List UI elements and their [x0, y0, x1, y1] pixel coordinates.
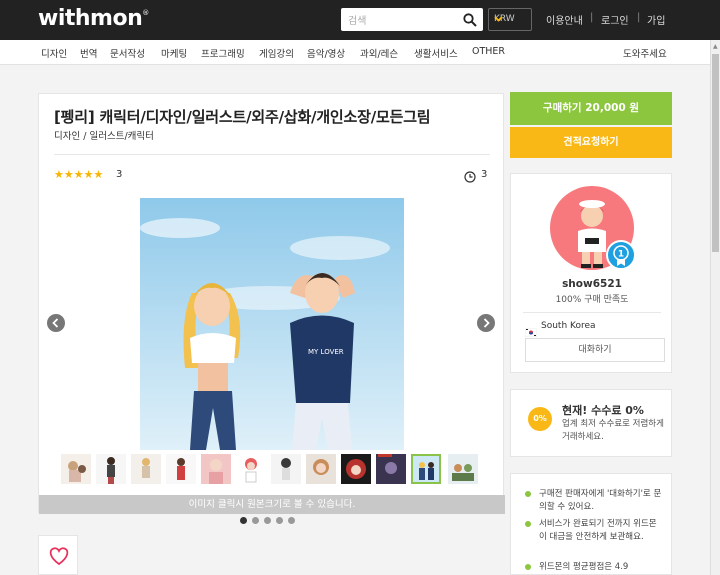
thumbnail[interactable]	[448, 454, 478, 484]
nav-guide-link[interactable]: 이용안내	[546, 12, 583, 27]
seller-name[interactable]: show6521	[511, 278, 673, 290]
next-image-button[interactable]	[477, 314, 495, 332]
category-programming[interactable]: 프로그래밍	[201, 46, 245, 60]
purchase-tips: 구매전 판매자에게 '대화하기'로 문의할 수 있어요. 서비스가 완료되기 전…	[510, 473, 672, 575]
search-box[interactable]: 검색	[341, 8, 483, 31]
breadcrumb-separator: /	[83, 131, 87, 142]
seller-level-badge: 1	[606, 240, 636, 270]
product-title: [펭리] 캐릭터/디자인/일러스트/외주/삽화/개인소장/모든그림	[54, 108, 431, 126]
thumbnail[interactable]	[376, 454, 406, 484]
thumbnail-selected[interactable]	[411, 454, 441, 484]
request-quote-button[interactable]: 견적요청하기	[510, 127, 672, 158]
category-tutoring[interactable]: 과외/레슨	[360, 46, 398, 60]
thumbnail[interactable]	[271, 454, 301, 484]
scroll-up-icon[interactable]: ▲	[713, 43, 718, 50]
thumbnail[interactable]	[236, 454, 266, 484]
prev-image-button[interactable]	[47, 314, 65, 332]
carousel-dot[interactable]	[252, 517, 259, 524]
category-marketing[interactable]: 마케팅	[161, 46, 187, 60]
bullet-icon	[525, 521, 531, 527]
buy-button[interactable]: 구매하기 20,000 원	[510, 92, 672, 125]
category-other[interactable]: OTHER	[472, 46, 505, 57]
seller-country: South Korea	[541, 321, 596, 331]
review-count: 3	[116, 169, 123, 180]
favorite-button[interactable]	[38, 535, 78, 575]
heart-icon	[49, 547, 69, 566]
thumbnail[interactable]	[201, 454, 231, 484]
category-music-video[interactable]: 음악/영상	[307, 46, 345, 60]
fee-promo-card: 0% 현재! 수수료 0% 업계 최저 수수료로 저렴하게 거래하세요.	[510, 389, 672, 457]
fee-percent-icon: 0%	[528, 407, 552, 431]
thumbnail[interactable]	[96, 454, 126, 484]
breadcrumb: 디자인 / 일러스트/캐릭터	[54, 128, 154, 142]
scrollbar-thumb[interactable]	[712, 54, 719, 252]
tip-text: 구매전 판매자에게 '대화하기'로 문의할 수 있어요.	[539, 489, 662, 512]
thumbnail[interactable]	[306, 454, 336, 484]
logo-registered-mark: ®	[142, 9, 149, 17]
product-main-image[interactable]: MY LOVER	[140, 198, 404, 450]
shirt-text: MY LOVER	[308, 348, 344, 356]
nav-separator: |	[637, 12, 641, 23]
logo-text: withmon	[38, 6, 143, 31]
thumbnail[interactable]	[131, 454, 161, 484]
withmon-logo[interactable]: withmon®	[38, 6, 149, 31]
nav-signup-link[interactable]: 가입	[647, 12, 665, 27]
thumbnail[interactable]	[341, 454, 371, 484]
product-panel: [펭리] 캐릭터/디자인/일러스트/외주/삽화/개인소장/모든그림 디자인 / …	[38, 93, 505, 514]
breadcrumb-illustration[interactable]: 일러스트/캐릭터	[90, 131, 154, 142]
nav-login-link[interactable]: 로그인	[601, 12, 629, 27]
search-icon[interactable]	[463, 12, 477, 31]
clock-icon	[464, 168, 476, 187]
divider	[54, 154, 490, 155]
category-life-services[interactable]: 생활서비스	[414, 46, 458, 60]
carousel-dot[interactable]	[288, 517, 295, 524]
breadcrumb-design[interactable]: 디자인	[54, 131, 80, 142]
tip-text: 서비스가 완료되기 전까지 위드몬이 대금을 안전하게 보관해요.	[539, 519, 657, 542]
chevron-right-icon	[483, 318, 490, 328]
category-design[interactable]: 디자인	[41, 46, 67, 60]
help-link[interactable]: 도와주세요	[623, 46, 667, 60]
chevron-left-icon	[52, 318, 59, 328]
thumbnail[interactable]	[61, 454, 91, 484]
divider	[523, 312, 661, 313]
carousel-dot[interactable]	[276, 517, 283, 524]
delivery-days: 3	[481, 169, 488, 180]
seller-level: 1	[618, 250, 624, 260]
carousel-dot[interactable]	[264, 517, 271, 524]
nav-separator: |	[590, 12, 594, 23]
category-game-lessons[interactable]: 게임강의	[259, 46, 294, 60]
carousel-dot-active[interactable]	[240, 517, 247, 524]
image-caption: 이미지 클릭시 원본크기로 볼 수 있습니다.	[39, 495, 505, 514]
top-bar: withmon® 검색 KRW 이용안내 | 로그인 | 가입	[0, 0, 720, 40]
page-scrollbar[interactable]: ▲	[710, 40, 720, 575]
rating-stars: ★★★★★	[54, 168, 104, 181]
chevron-down-icon	[494, 14, 527, 26]
category-translation[interactable]: 번역	[80, 46, 97, 60]
category-writing[interactable]: 문서작성	[110, 46, 145, 60]
category-bar: 디자인 번역 문서작성 마케팅 프로그래밍 게임강의 음악/영상 과외/레슨 생…	[0, 40, 710, 65]
search-input[interactable]: 검색	[348, 12, 366, 27]
tip-text: 위드몬의 평균평점은 4.9	[539, 562, 629, 572]
thumbnail-strip	[61, 454, 483, 486]
bullet-icon	[525, 491, 531, 497]
seller-satisfaction: 100% 구매 만족도	[555, 295, 629, 305]
currency-select[interactable]: KRW	[488, 8, 532, 31]
chat-button[interactable]: 대화하기	[525, 338, 665, 362]
seller-card: 1 show6521 100% 구매 만족도 South Korea 대화하기	[510, 173, 672, 373]
fee-title: 현재! 수수료 0%	[562, 404, 644, 417]
fee-description: 업계 최저 수수료로 저렴하게 거래하세요.	[562, 419, 664, 442]
bullet-icon	[525, 564, 531, 570]
thumbnail[interactable]	[166, 454, 196, 484]
